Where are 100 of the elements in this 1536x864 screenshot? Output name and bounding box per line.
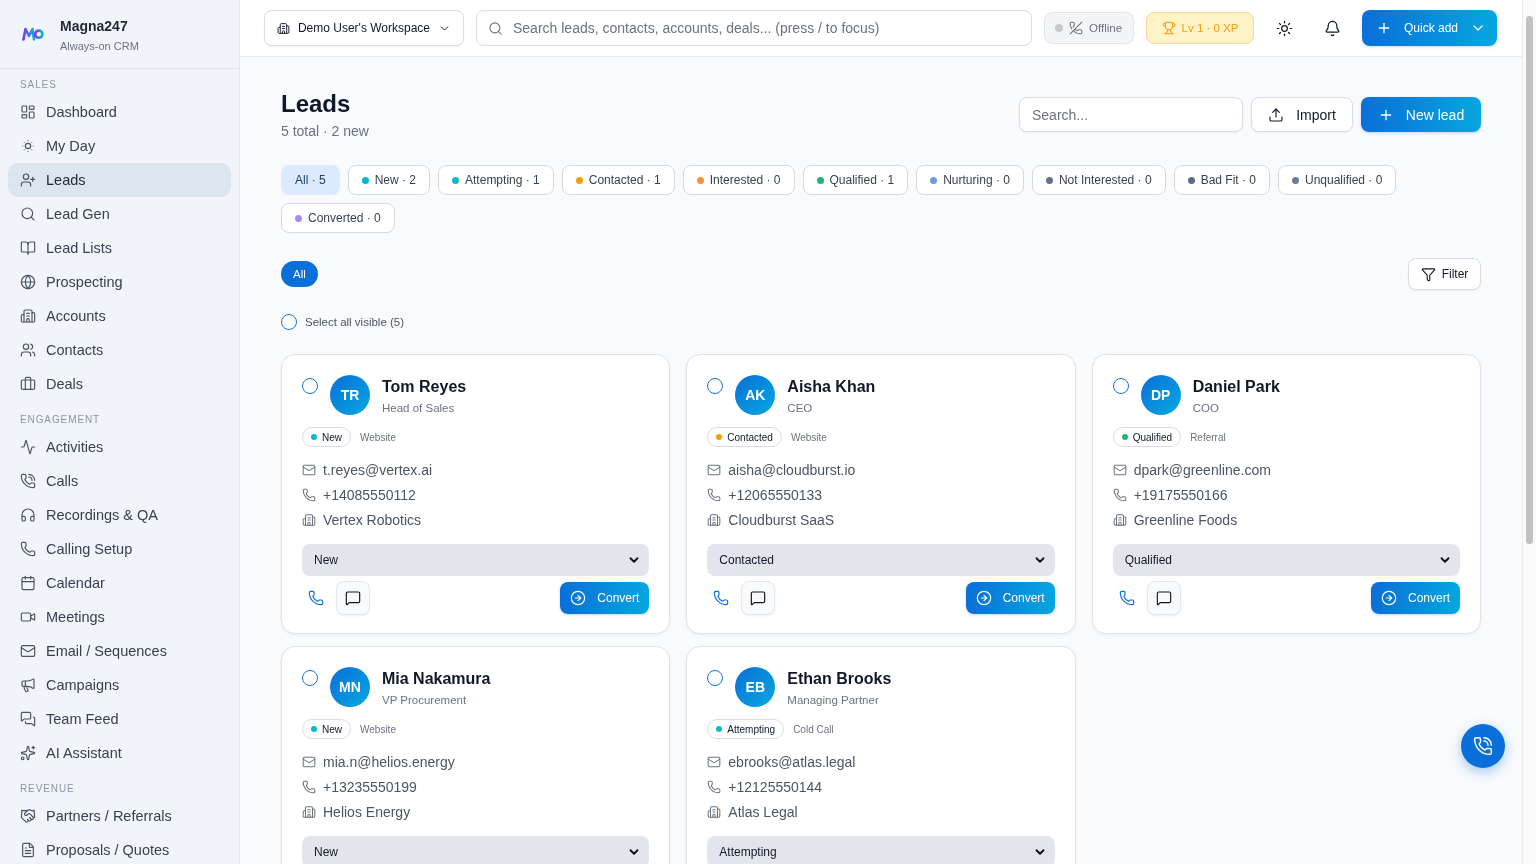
megaphone-icon: [20, 677, 36, 693]
status-filter-chip[interactable]: Interested · 0: [682, 165, 795, 195]
new-lead-button[interactable]: New lead: [1361, 97, 1481, 132]
speech-bubble-icon: [750, 590, 767, 606]
sidebar-item[interactable]: Calendar: [8, 566, 231, 600]
scrollbar-thumb[interactable]: [1526, 16, 1533, 544]
lead-phone: +19175550166: [1133, 486, 1228, 503]
envelope-icon: [1112, 462, 1127, 477]
search-field[interactable]: Search leads, contacts, accounts, deals... (press / to focus): [476, 10, 1032, 46]
filter-button[interactable]: Filter: [1408, 258, 1481, 290]
lead-name: Daniel Park: [1192, 377, 1280, 397]
building-icon: [707, 512, 722, 527]
sidebar-item[interactable]: Lead Gen: [8, 197, 231, 231]
view-tab[interactable]: All: [281, 261, 318, 287]
sidebar-item[interactable]: Campaigns: [8, 668, 231, 702]
workspace-selector[interactable]: Demo User's Workspace: [264, 10, 464, 46]
status-filter-chip[interactable]: Not Interested · 0: [1031, 165, 1166, 195]
page-title: Leads: [281, 89, 352, 119]
building-icon: [707, 804, 722, 819]
lead-source: Website: [360, 431, 396, 443]
envelope-icon: [302, 462, 316, 477]
sidebar-item[interactable]: Contacts: [8, 333, 231, 367]
quick-add-button[interactable]: Quick add: [1362, 10, 1497, 46]
lead-email: ebrooks@atlas.legal: [728, 753, 856, 770]
message-button[interactable]: [1146, 581, 1181, 615]
sidebar-item[interactable]: Calls: [8, 464, 231, 498]
envelope-icon: [20, 643, 36, 659]
sidebar-item[interactable]: Prospecting: [8, 265, 231, 299]
pulse-line-icon: [20, 439, 36, 455]
stage-select[interactable]: New: [302, 836, 650, 864]
stage-select[interactable]: Attempting: [707, 836, 1055, 864]
sidebar-item[interactable]: Recordings & QA: [8, 498, 231, 532]
sidebar-item[interactable]: Proposals / Quotes: [8, 833, 231, 864]
stage-select[interactable]: New: [302, 544, 650, 576]
building-icon: [20, 308, 36, 324]
sidebar-item[interactable]: Activities: [8, 430, 231, 464]
phone-icon: [20, 541, 36, 557]
sidebar-item[interactable]: Accounts: [8, 299, 231, 333]
search-field[interactable]: Search...: [1019, 97, 1243, 132]
import-button[interactable]: Import: [1251, 97, 1353, 132]
dashboard-icon: [20, 104, 36, 120]
phone-call-icon: [20, 473, 36, 489]
status-filter-chip[interactable]: New · 2: [347, 165, 431, 195]
select-all-label: Select all visible (5): [305, 316, 405, 328]
message-button[interactable]: [741, 581, 776, 615]
select-checkbox[interactable]: [707, 670, 724, 686]
sidebar-item[interactable]: Partners / Referrals: [8, 799, 231, 833]
avatar: AK: [735, 375, 776, 415]
chat-bubbles-icon: [20, 711, 36, 727]
stage-select[interactable]: Qualified: [1112, 544, 1460, 576]
status-filter-chip[interactable]: Attempting · 1: [438, 165, 554, 195]
search-icon: [488, 20, 503, 36]
envelope-icon: [707, 754, 722, 769]
plus-icon: [1376, 20, 1392, 36]
user-plus-icon: [20, 172, 36, 188]
lead-source: Website: [360, 723, 396, 735]
connection-status: Offline: [1044, 12, 1134, 44]
lead-job-title: COO: [1192, 401, 1220, 415]
lead-source: Cold Call: [793, 723, 834, 735]
stage-select[interactable]: Contacted: [707, 544, 1055, 576]
status-filter-chip[interactable]: Contacted · 1: [561, 165, 675, 195]
sidebar-item[interactable]: Meetings: [8, 600, 231, 634]
status-filter-chip[interactable]: Nurturing · 0: [916, 165, 1024, 195]
arrow-circle-icon: [1380, 590, 1397, 606]
sun-icon: [1275, 19, 1293, 37]
lead-company: Atlas Legal: [728, 803, 798, 820]
select-checkbox[interactable]: [302, 670, 318, 686]
building-icon: [302, 512, 316, 527]
sidebar-item[interactable]: AI Assistant: [8, 736, 231, 770]
sidebar-item[interactable]: Lead Lists: [8, 231, 231, 265]
sidebar-item[interactable]: Deals: [8, 367, 231, 401]
select-checkbox[interactable]: [1112, 378, 1129, 394]
lead-email: dpark@greenline.com: [1133, 461, 1271, 478]
sidebar-item[interactable]: Calling Setup: [8, 532, 231, 566]
envelope-icon: [707, 462, 722, 477]
status-filter-chip[interactable]: Qualified · 1: [802, 165, 909, 195]
open-book-icon: [20, 240, 36, 256]
speech-bubble-icon: [1155, 590, 1172, 606]
sidebar-item[interactable]: Email / Sequences: [8, 634, 231, 668]
lead-job-title: Managing Partner: [787, 693, 880, 707]
phone-icon: [1112, 487, 1127, 502]
sidebar-item[interactable]: Team Feed: [8, 702, 231, 736]
search-icon: [20, 206, 36, 222]
message-button[interactable]: [336, 581, 370, 615]
document-icon: [20, 842, 36, 858]
sidebar-item[interactable]: Dashboard: [8, 95, 231, 129]
sidebar-item[interactable]: My Day: [8, 129, 231, 163]
lead-company: Greenline Foods: [1133, 511, 1238, 528]
speech-bubble-icon: [345, 590, 361, 606]
status-filter-chip[interactable]: Bad Fit · 0: [1173, 165, 1270, 195]
status-filter-chip[interactable]: Unqualified · 0: [1278, 165, 1397, 195]
phone-icon: [1118, 590, 1135, 606]
status-filter-chip[interactable]: Converted · 0: [281, 203, 395, 233]
select-all-checkbox[interactable]: [281, 314, 297, 330]
select-checkbox[interactable]: [707, 378, 724, 394]
call-button[interactable]: [1461, 724, 1505, 768]
sidebar-item[interactable]: Leads: [8, 163, 231, 197]
globe-icon: [20, 274, 36, 290]
select-checkbox[interactable]: [302, 378, 318, 394]
status-filter-chip[interactable]: All · 5: [281, 165, 340, 195]
